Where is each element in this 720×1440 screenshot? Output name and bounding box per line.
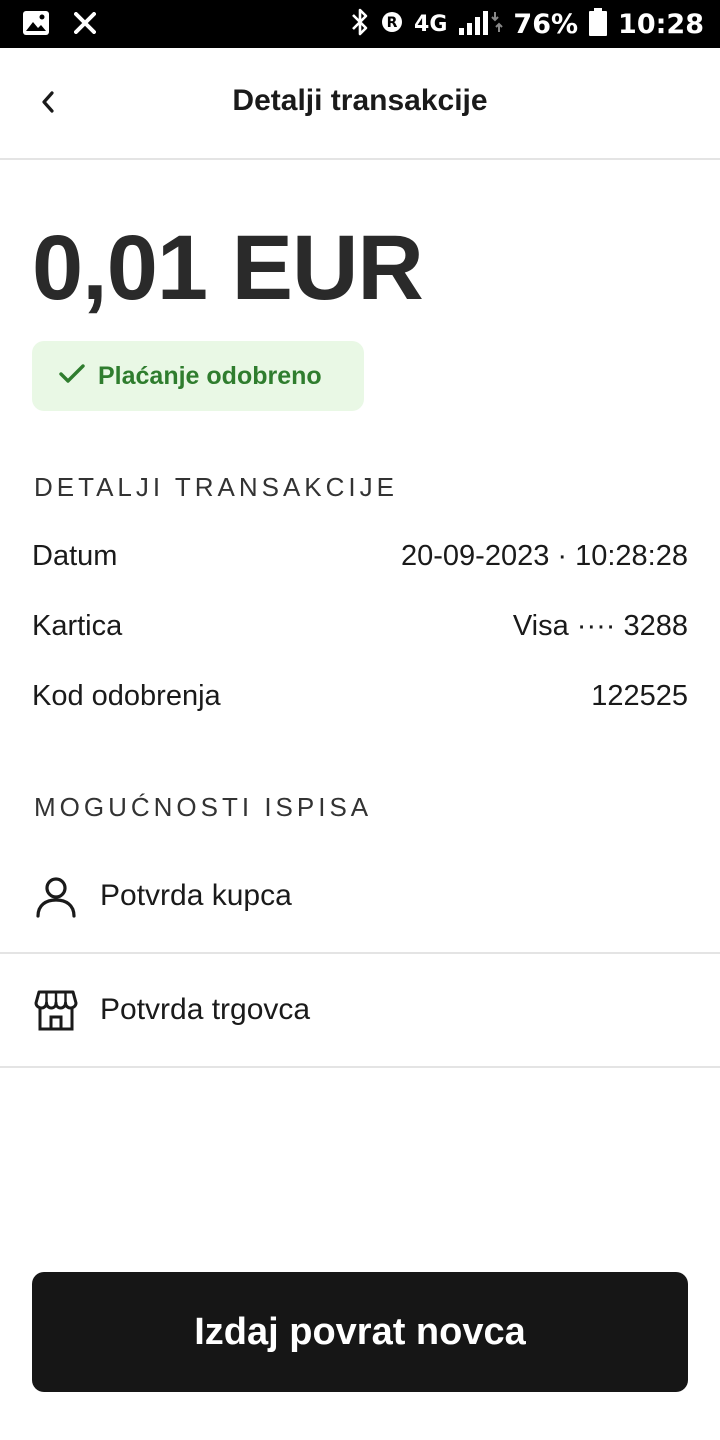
detail-value: 122525	[591, 679, 688, 712]
detail-row-approval-code: Kod odobrenja 122525	[32, 676, 688, 716]
customer-receipt-option[interactable]: Potvrda kupca	[0, 840, 720, 954]
network-type: 4G	[414, 11, 448, 37]
image-icon	[22, 10, 50, 41]
detail-row-date: Datum 20-09-2023 · 10:28:28	[32, 536, 688, 576]
clock: 10:28	[618, 8, 704, 40]
battery-level: 76%	[513, 8, 579, 40]
customer-receipt-label: Potvrda kupca	[100, 879, 292, 912]
detail-label: Datum	[32, 539, 118, 572]
battery-icon	[588, 7, 608, 42]
status-label: Plaćanje odobreno	[98, 361, 322, 390]
app-header: Detalji transakcije	[0, 48, 720, 160]
detail-row-card: Kartica Visa ···· 3288	[32, 606, 688, 646]
refund-button[interactable]: Izdaj povrat novca	[32, 1272, 688, 1392]
registered-icon: R	[380, 10, 404, 39]
store-icon	[34, 988, 78, 1032]
transaction-amount: 0,01 EUR	[32, 217, 424, 319]
print-options-section-title: MOGUĆNOSTI ISPISA	[34, 792, 373, 822]
details-section-title: DETALJI TRANSAKCIJE	[34, 472, 398, 502]
page-title: Detalji transakcije	[232, 84, 488, 117]
detail-label: Kartica	[32, 609, 123, 642]
detail-value: Visa ···· 3288	[512, 609, 688, 642]
status-bar: R 4G 76% 10:28	[0, 0, 720, 48]
status-badge: Plaćanje odobreno	[32, 341, 364, 411]
signal-icon	[457, 8, 504, 41]
svg-text:R: R	[387, 15, 398, 31]
bluetooth-icon	[350, 7, 370, 42]
detail-label: Kod odobrenja	[32, 679, 221, 712]
check-icon	[58, 362, 86, 391]
person-icon	[34, 874, 78, 918]
detail-value: 20-09-2023 · 10:28:28	[401, 539, 688, 572]
app-notification-icon	[74, 12, 96, 39]
merchant-receipt-option[interactable]: Potvrda trgovca	[0, 954, 720, 1068]
merchant-receipt-label: Potvrda trgovca	[100, 993, 311, 1026]
